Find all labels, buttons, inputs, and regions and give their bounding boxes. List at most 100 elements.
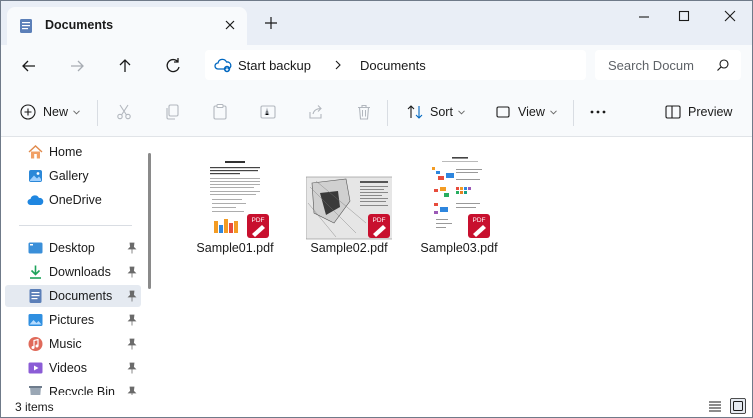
pin-icon[interactable] xyxy=(127,338,137,350)
sidebar-item-desktop[interactable]: Desktop xyxy=(5,237,141,259)
sidebar-divider xyxy=(19,225,132,226)
file-item-sample01[interactable]: PDF Sample01.pdf xyxy=(185,149,285,259)
gallery-icon xyxy=(29,170,42,182)
address-row: Start backup Documents Search Docum xyxy=(1,45,752,87)
backup-cloud-icon xyxy=(214,58,232,73)
title-bar: Documents xyxy=(1,1,752,45)
file-name: Sample03.pdf xyxy=(420,241,498,255)
pin-icon[interactable] xyxy=(127,386,137,395)
recycle-bin-icon xyxy=(29,386,42,395)
sidebar-label: Recycle Bin xyxy=(49,385,115,395)
more-options-icon[interactable] xyxy=(589,103,607,121)
sidebar-item-gallery[interactable]: Gallery xyxy=(5,165,141,187)
file-explorer-window: Documents Start backup Documents Search … xyxy=(0,0,753,418)
sidebar-item-videos[interactable]: Videos xyxy=(5,357,141,379)
view-icon xyxy=(496,106,510,118)
address-bar[interactable]: Start backup Documents xyxy=(205,50,586,80)
sidebar-item-pictures[interactable]: Pictures xyxy=(5,309,141,331)
back-icon[interactable] xyxy=(18,55,40,77)
delete-icon[interactable] xyxy=(355,103,373,121)
sidebar-label: Music xyxy=(49,337,82,351)
minimize-icon[interactable] xyxy=(633,7,655,27)
sidebar-label: Desktop xyxy=(49,241,95,255)
forward-icon[interactable] xyxy=(66,55,88,77)
close-tab-icon[interactable] xyxy=(221,16,239,34)
onedrive-cloud-icon xyxy=(27,195,44,205)
file-item-sample03[interactable]: PDF Sample03.pdf xyxy=(409,149,509,259)
navigation-pane: Home Gallery OneDrive Desktop Downloads … xyxy=(1,137,158,395)
sidebar-scrollbar[interactable] xyxy=(148,153,151,289)
chevron-right-icon[interactable] xyxy=(333,60,343,70)
sidebar-item-downloads[interactable]: Downloads xyxy=(5,261,141,283)
item-count: 3 items xyxy=(15,400,54,414)
chevron-down-icon xyxy=(73,109,80,115)
tab-title: Documents xyxy=(45,18,114,32)
sidebar-label: Home xyxy=(49,145,83,159)
new-tab-icon[interactable] xyxy=(263,15,279,31)
copy-icon[interactable] xyxy=(163,103,181,121)
file-name: Sample01.pdf xyxy=(196,241,274,255)
large-icons-view-icon[interactable] xyxy=(730,398,746,414)
details-view-icon[interactable] xyxy=(707,398,723,414)
sidebar-label: OneDrive xyxy=(49,193,102,207)
pin-icon[interactable] xyxy=(127,362,137,374)
pin-icon[interactable] xyxy=(127,314,137,326)
chevron-down-icon xyxy=(550,109,557,115)
downloads-icon xyxy=(30,265,41,279)
breadcrumb-start-backup[interactable]: Start backup xyxy=(238,58,311,73)
sidebar-item-recycle-bin[interactable]: Recycle Bin xyxy=(5,381,141,395)
pin-icon[interactable] xyxy=(127,290,137,302)
file-item-sample02[interactable]: PDF Sample02.pdf xyxy=(299,149,399,259)
new-button[interactable]: New xyxy=(19,102,80,122)
sort-arrows-icon xyxy=(407,105,423,119)
chevron-down-icon xyxy=(458,109,465,115)
search-icon[interactable] xyxy=(716,58,730,72)
documents-folder-icon xyxy=(20,19,32,33)
sort-label: Sort xyxy=(430,105,453,119)
music-icon xyxy=(28,337,43,351)
preview-pane-icon xyxy=(665,105,681,119)
up-icon[interactable] xyxy=(114,55,136,77)
maximize-icon[interactable] xyxy=(673,7,695,27)
pdf-thumbnail: PDF xyxy=(306,176,392,240)
desktop-icon xyxy=(28,242,43,254)
paste-icon[interactable] xyxy=(211,103,229,121)
pdf-badge-text: PDF xyxy=(473,217,486,224)
refresh-icon[interactable] xyxy=(162,55,184,77)
pdf-badge-text: PDF xyxy=(373,217,386,224)
cut-icon[interactable] xyxy=(115,103,133,121)
breadcrumb-documents[interactable]: Documents xyxy=(360,58,426,73)
rename-icon[interactable] xyxy=(259,103,277,121)
sidebar-label: Pictures xyxy=(49,313,95,327)
toolbar-divider xyxy=(387,100,388,126)
home-icon xyxy=(28,145,43,159)
sidebar-label: Downloads xyxy=(49,265,111,279)
command-bar: New Sort View Preview xyxy=(1,87,752,137)
toolbar-divider xyxy=(573,100,574,126)
sidebar-label: Documents xyxy=(49,289,113,303)
sidebar-label: Videos xyxy=(49,361,87,375)
pin-icon[interactable] xyxy=(127,242,137,254)
sidebar-item-music[interactable]: Music xyxy=(5,333,141,355)
sidebar-item-onedrive[interactable]: OneDrive xyxy=(5,189,141,211)
tab-documents[interactable]: Documents xyxy=(7,7,247,45)
preview-label: Preview xyxy=(688,105,733,119)
new-label: New xyxy=(43,105,69,119)
toolbar-divider xyxy=(97,100,98,126)
pdf-thumbnail: PDF xyxy=(204,157,269,238)
sort-button[interactable]: Sort xyxy=(406,102,465,122)
view-button[interactable]: View xyxy=(494,102,557,122)
file-name: Sample02.pdf xyxy=(310,241,388,255)
pin-icon[interactable] xyxy=(127,266,137,278)
sidebar-item-home[interactable]: Home xyxy=(5,141,141,163)
search-input[interactable]: Search Docum xyxy=(595,50,741,80)
sidebar-item-documents[interactable]: Documents xyxy=(5,285,141,307)
close-window-icon[interactable] xyxy=(719,7,741,27)
documents-icon xyxy=(29,289,42,303)
status-bar: 3 items xyxy=(1,395,752,417)
search-placeholder: Search Docum xyxy=(608,58,694,73)
share-icon[interactable] xyxy=(307,103,325,121)
videos-icon xyxy=(28,362,43,374)
pdf-badge-text: PDF xyxy=(252,217,265,224)
preview-pane-button[interactable]: Preview xyxy=(664,102,732,122)
